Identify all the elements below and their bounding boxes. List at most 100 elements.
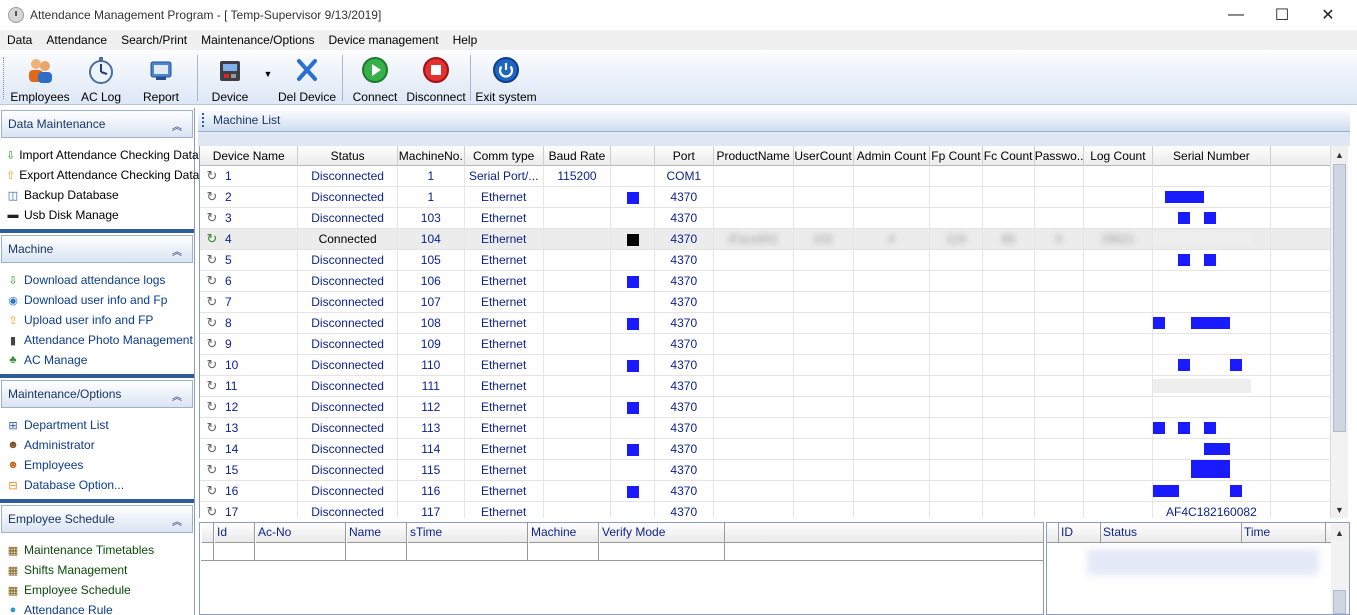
scroll-thumb[interactable]	[1333, 164, 1346, 432]
table-row[interactable]: ↻ 16 Disconnected 116 Ethernet 4370	[200, 481, 1330, 502]
export-attendance-link[interactable]: ⇧ Export Attendance Checking Data	[6, 165, 199, 185]
col-password[interactable]: Passwo...	[1035, 146, 1084, 166]
collapse-icon[interactable]: ︽	[172, 118, 182, 133]
col-fp-count[interactable]: Fp Count	[930, 146, 983, 166]
col-comm-type[interactable]: Comm type	[465, 146, 544, 166]
col-machine[interactable]: Machine	[528, 523, 599, 543]
minimize-button[interactable]: —	[1213, 0, 1259, 30]
employee-schedule-link[interactable]: ▦ Employee Schedule	[6, 580, 194, 600]
backup-database-link[interactable]: ◫ Backup Database	[6, 185, 194, 205]
table-row[interactable]: ↻ 3 Disconnected 103 Ethernet 4370	[200, 208, 1330, 229]
col-admin-count[interactable]: Admin Count	[854, 146, 931, 166]
col-serial-number[interactable]: Serial Number	[1153, 146, 1271, 166]
close-button[interactable]: ✕	[1305, 0, 1351, 30]
table-row[interactable]: ↻ 9 Disconnected 109 Ethernet 4370	[200, 334, 1330, 355]
collapse-icon[interactable]: ︽	[172, 243, 182, 258]
col-fc-count[interactable]: Fc Count	[983, 146, 1035, 166]
table-row[interactable]: ↻ 1 Disconnected 1 Serial Port/... 115200 COM1	[200, 166, 1330, 187]
toolbar-grip[interactable]	[3, 57, 6, 99]
menu-maintenance-options[interactable]: Maintenance/Options	[194, 33, 321, 47]
product-name-cell	[714, 187, 794, 207]
table-row[interactable]: ↻ 5 Disconnected 105 Ethernet 4370	[200, 250, 1330, 271]
administrator-link[interactable]: ☻ Administrator	[6, 435, 194, 455]
menu-attendance[interactable]: Attendance	[39, 33, 114, 47]
machine-grid-scrollbar[interactable]: ▲ ▼	[1330, 146, 1348, 518]
table-row[interactable]: ↻ 8 Disconnected 108 Ethernet 4370	[200, 313, 1330, 334]
scroll-up-icon[interactable]: ▲	[1331, 524, 1348, 541]
col-time[interactable]: Time	[1242, 523, 1326, 543]
collapse-icon[interactable]: ︽	[172, 388, 182, 403]
exit-system-button[interactable]: Exit system	[475, 51, 537, 104]
marker-cell	[611, 355, 655, 375]
disconnect-button[interactable]: Disconnect	[406, 51, 466, 104]
col-status[interactable]: Status	[298, 146, 398, 166]
col-id[interactable]: Id	[214, 523, 255, 543]
col-log-count[interactable]: Log Count	[1084, 146, 1153, 166]
baud-rate-cell	[544, 481, 612, 501]
table-row[interactable]: ↻ 17 Disconnected 117 Ethernet 4370 AF4C182160…	[200, 502, 1330, 518]
table-row[interactable]: ↻ 4 Connected 104 Ethernet 4370 iFace802 102 4 12…	[200, 229, 1330, 250]
menu-data[interactable]: Data	[0, 33, 39, 47]
col-device-name[interactable]: Device Name	[200, 146, 299, 166]
import-attendance-link[interactable]: ⇩ Import Attendance Checking Data	[6, 145, 199, 165]
col-status[interactable]: Status	[1101, 523, 1242, 543]
connect-button[interactable]: Connect	[352, 51, 398, 104]
attendance-rule-link[interactable]: ● Attendance Rule	[6, 600, 194, 615]
table-row[interactable]: ↻ 14 Disconnected 114 Ethernet 4370	[200, 439, 1330, 460]
table-row[interactable]: ↻ 10 Disconnected 110 Ethernet 4370	[200, 355, 1330, 376]
scroll-thumb[interactable]	[1333, 590, 1346, 614]
col-marker[interactable]	[611, 146, 655, 166]
table-row[interactable]: ↻ 12 Disconnected 112 Ethernet 4370	[200, 397, 1330, 418]
upload-user-info-link[interactable]: ⇧ Upload user info and FP	[6, 310, 194, 330]
shifts-management-link[interactable]: ▦ Shifts Management	[6, 560, 194, 580]
employees-link[interactable]: ☻ Employees	[6, 455, 194, 475]
department-list-link[interactable]: ⊞ Department List	[6, 415, 194, 435]
col-id[interactable]: ID	[1059, 523, 1101, 543]
employees-button[interactable]: Employees	[10, 51, 70, 104]
col-machine-no[interactable]: MachineNo.	[398, 146, 465, 166]
collapse-icon[interactable]: ︽	[172, 513, 182, 528]
table-row[interactable]: ↻ 11 Disconnected 111 Ethernet 4370	[200, 376, 1330, 397]
col-verify-mode[interactable]: Verify Mode	[599, 523, 725, 543]
download-user-info-link[interactable]: ◉ Download user info and Fp	[6, 290, 194, 310]
report-button[interactable]: Report	[138, 51, 184, 104]
ac-manage-link[interactable]: ♣ AC Manage	[6, 350, 194, 370]
section-machine[interactable]: Machine ︽	[1, 235, 193, 263]
maintenance-timetables-link[interactable]: ▦ Maintenance Timetables	[6, 540, 194, 560]
col-user-count[interactable]: UserCount	[794, 146, 854, 166]
table-row[interactable]: ↻ 6 Disconnected 106 Ethernet 4370	[200, 271, 1330, 292]
section-employee-schedule[interactable]: Employee Schedule ︽	[1, 505, 193, 533]
device-dropdown[interactable]: ▼	[262, 51, 274, 103]
power-icon	[491, 55, 521, 85]
device-button[interactable]: Device	[208, 51, 252, 104]
usb-disk-manage-link[interactable]: ▬ Usb Disk Manage	[6, 205, 194, 225]
menu-device-management[interactable]: Device management	[322, 33, 446, 47]
col-baud-rate[interactable]: Baud Rate	[544, 146, 612, 166]
scroll-down-icon[interactable]: ▼	[1331, 501, 1348, 518]
serial-number-cell	[1153, 397, 1271, 417]
panel-grip[interactable]	[202, 112, 205, 127]
status-grid-scrollbar[interactable]: ▲	[1331, 524, 1349, 614]
table-row[interactable]: ↻ 7 Disconnected 107 Ethernet 4370	[200, 292, 1330, 313]
attendance-photo-link[interactable]: ▮ Attendance Photo Management	[6, 330, 194, 350]
download-logs-link[interactable]: ⇩ Download attendance logs	[6, 270, 194, 290]
database-option-link[interactable]: ⊟ Database Option...	[6, 475, 194, 495]
col-stime[interactable]: sTime	[407, 523, 528, 543]
col-port[interactable]: Port	[655, 146, 714, 166]
table-row[interactable]: ↻ 13 Disconnected 113 Ethernet 4370	[200, 418, 1330, 439]
col-ac-no[interactable]: Ac-No	[255, 523, 346, 543]
ac-log-button[interactable]: AC Log	[76, 51, 126, 104]
table-row[interactable]: ↻ 2 Disconnected 1 Ethernet 4370	[200, 187, 1330, 208]
del-device-button[interactable]: Del Device	[278, 51, 336, 104]
section-data-maintenance[interactable]: Data Maintenance ︽	[1, 110, 193, 138]
col-name[interactable]: Name	[346, 523, 407, 543]
table-row[interactable]: ↻ 15 Disconnected 115 Ethernet 4370	[200, 460, 1330, 481]
menu-help[interactable]: Help	[446, 33, 485, 47]
table-row[interactable]	[201, 543, 1043, 561]
menu-search-print[interactable]: Search/Print	[114, 33, 194, 47]
marker-cell	[611, 334, 655, 354]
col-product-name[interactable]: ProductName	[714, 146, 794, 166]
scroll-up-icon[interactable]: ▲	[1331, 146, 1348, 163]
maximize-button[interactable]: ☐	[1259, 0, 1305, 30]
section-maintenance-options[interactable]: Maintenance/Options ︽	[1, 380, 193, 408]
